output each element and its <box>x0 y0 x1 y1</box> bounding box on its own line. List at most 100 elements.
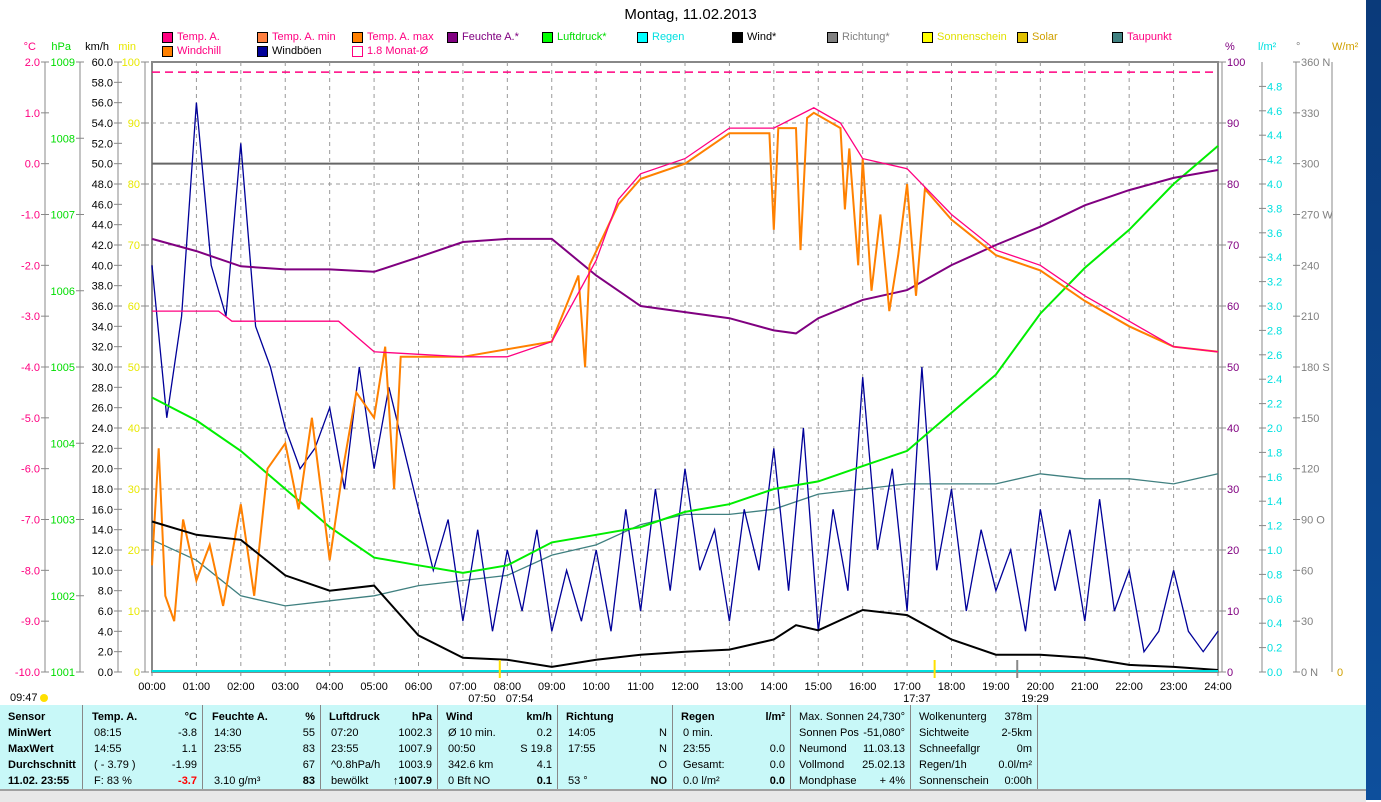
axis-tick-label: 100 <box>1227 57 1245 69</box>
table-cell-label: bewölkt <box>331 775 369 787</box>
table-cell-label: 14:55 <box>94 743 122 755</box>
table-cell-value: 25.02.13 <box>862 759 905 771</box>
axis-tick-label: 0.0 <box>1267 667 1282 679</box>
x-tick-label: 10:00 <box>582 681 610 693</box>
moonrise-time: 07:54 <box>506 693 534 705</box>
axis-tick-label: 2.0 <box>1267 423 1282 435</box>
table-header: Max. Sonnen <box>799 711 864 723</box>
axis-tick-label: 70 <box>1227 240 1239 252</box>
table-cell-value: 83 <box>302 743 315 755</box>
table-cell-label: ^0.8hPa/h <box>331 759 381 771</box>
axis-unit-label: ° <box>1296 41 1300 53</box>
axis-tick-label: 1.0 <box>1267 545 1282 557</box>
x-tick-label: 14:00 <box>760 681 788 693</box>
axis-tick-label: 48.0 <box>92 179 113 191</box>
axis-tick-label: 4.8 <box>1267 81 1282 93</box>
axis-tick-label: 1.2 <box>1267 521 1282 533</box>
sunrise-time: 07:50 <box>468 693 496 705</box>
axis-tick-label: 52.0 <box>92 138 113 150</box>
axis-tick-label: 46.0 <box>92 199 113 211</box>
axis-tick-label: 34.0 <box>92 321 113 333</box>
axis-tick-label: -6.0 <box>21 464 40 476</box>
daylight-time: 09:47 <box>10 692 38 704</box>
table-cell-label: 53 ° <box>568 775 588 787</box>
axis-tick-label: 56.0 <box>92 98 113 110</box>
x-tick-label: 13:00 <box>716 681 744 693</box>
table-cell-value: 67 <box>302 759 315 771</box>
x-tick-label: 18:00 <box>938 681 966 693</box>
table-cell-label: 0.0 l/m² <box>683 775 720 787</box>
x-tick-label: 20:00 <box>1027 681 1055 693</box>
axis-tick-label: 4.0 <box>98 626 113 638</box>
axis-tick-label: 330 <box>1301 108 1319 120</box>
axis-tick-label: 1.0 <box>25 108 40 120</box>
x-tick-label: 21:00 <box>1071 681 1099 693</box>
axis-tick-label: 14.0 <box>92 525 113 537</box>
axis-tick-label: 30 <box>128 484 140 496</box>
table-cell-label: 00:50 <box>448 743 476 755</box>
x-tick-label: 08:00 <box>494 681 522 693</box>
axis-tick-label: 4.4 <box>1267 130 1282 142</box>
axis-tick-label: 8.0 <box>98 586 113 598</box>
axis-tick-label: 50 <box>1227 362 1239 374</box>
axis-tick-label: 30 <box>1301 616 1313 628</box>
table-cell-label: Sonnenschein <box>919 775 989 787</box>
x-tick-label: 17:00 <box>893 681 921 693</box>
table-cell-label: 07:20 <box>331 727 359 739</box>
table-cell-value: -3.7 <box>178 775 197 787</box>
axis-tick-label: 36.0 <box>92 301 113 313</box>
axis-tick-label: 60.0 <box>92 57 113 69</box>
axis-tick-label: 1004 <box>51 438 75 450</box>
table-cell-label: Vollmond <box>799 759 845 771</box>
table-cell-label: Neumond <box>799 743 847 755</box>
axis-tick-label: 150 <box>1301 413 1319 425</box>
axis-tick-label: 3.0 <box>1267 301 1282 313</box>
axis-tick-label: 10 <box>128 606 140 618</box>
table-header-unit: hPa <box>411 711 432 723</box>
axis-tick-label: -10.0 <box>15 667 40 679</box>
axis-tick-label: 240 <box>1301 260 1319 272</box>
axis-tick-label: -1.0 <box>21 210 40 222</box>
axis-tick-label: 12.0 <box>92 545 113 557</box>
table-cell-label: 08:15 <box>94 727 122 739</box>
table-cell-label: Sichtweite <box>919 727 970 739</box>
axis-tick-label: 58.0 <box>92 77 113 89</box>
axis-tick-label: 30.0 <box>92 362 113 374</box>
table-cell-label: ( - 3.79 ) <box>94 759 136 771</box>
axis-unit-label: l/m² <box>1258 41 1277 53</box>
axis-tick-label: 2.6 <box>1267 350 1282 362</box>
table-cell-label: MaxWert <box>8 743 54 755</box>
table-cell-value: 0.0l/m² <box>998 759 1032 771</box>
table-cell-label: 0 Bft NO <box>448 775 491 787</box>
x-tick-label: 16:00 <box>849 681 877 693</box>
table-cell-label: Gesamt: <box>683 759 725 771</box>
axis-tick-label: 3.4 <box>1267 252 1282 264</box>
axis-tick-label: 1.8 <box>1267 447 1282 459</box>
table-cell-label: 14:05 <box>568 727 596 739</box>
table-cell-label: 23:55 <box>683 743 711 755</box>
axis-tick-label: 16.0 <box>92 504 113 516</box>
axis-tick-label: 50.0 <box>92 159 113 171</box>
table-header: Wolkenunterg <box>919 711 987 723</box>
axis-tick-label: 26.0 <box>92 403 113 415</box>
axis-tick-label: -5.0 <box>21 413 40 425</box>
axis-tick-label: 270 W <box>1301 210 1333 222</box>
table-cell-label: F: 83 % <box>94 775 132 787</box>
axis-tick-label: 0.2 <box>1267 643 1282 655</box>
axis-tick-label: 60 <box>1301 565 1313 577</box>
axis-tick-label: 80 <box>1227 179 1239 191</box>
table-cell-value: N <box>659 727 667 739</box>
x-tick-label: 00:00 <box>138 681 166 693</box>
axis-tick-label: 0 <box>1227 667 1233 679</box>
axis-tick-label: 0 <box>1337 667 1343 679</box>
table-cell-value: 4.1 <box>536 759 552 771</box>
axis-tick-label: 6.0 <box>98 606 113 618</box>
table-header: Feuchte A. <box>212 711 268 723</box>
table-header-unit: 24,730° <box>866 711 905 723</box>
table-cell-value: 1002.3 <box>398 727 432 739</box>
table-cell-value: NO <box>650 775 668 787</box>
axis-tick-label: 20 <box>128 545 140 557</box>
axis-tick-label: 30 <box>1227 484 1239 496</box>
sunset-time: 17:37 <box>903 693 931 705</box>
table-cell-value: -3.8 <box>178 727 197 739</box>
